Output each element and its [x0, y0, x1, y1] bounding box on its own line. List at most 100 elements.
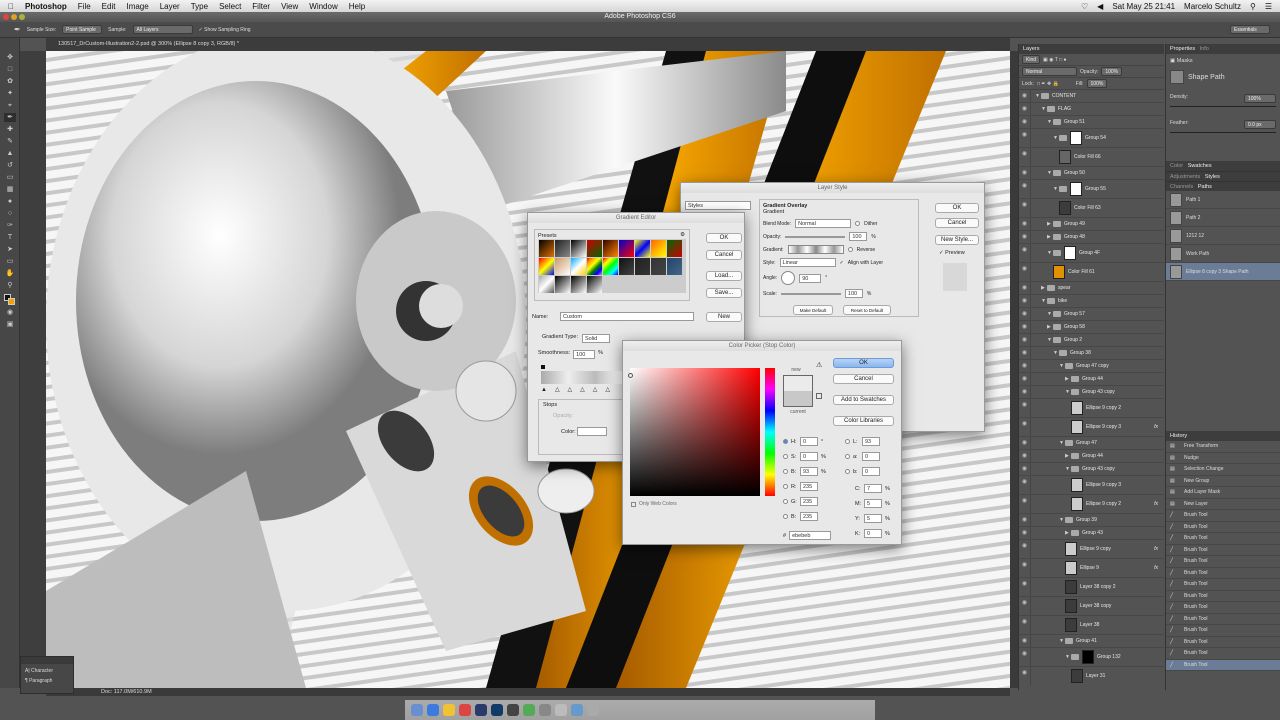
- history-state[interactable]: ╱ Brush Tool: [1166, 568, 1280, 579]
- gradient-preset[interactable]: [619, 258, 634, 275]
- fx-icon[interactable]: fx: [1154, 546, 1158, 552]
- shape-tool-icon[interactable]: ▭: [4, 257, 16, 266]
- layer-row[interactable]: ◉ ▼ Group 38: [1019, 347, 1164, 360]
- field-input-y[interactable]: 5: [864, 514, 882, 523]
- character-panel-button[interactable]: A| Character: [21, 664, 73, 674]
- ls-opacity-slider[interactable]: [785, 235, 846, 238]
- gradient-preset[interactable]: [667, 240, 682, 257]
- visibility-eye-icon[interactable]: ◉: [1019, 476, 1031, 494]
- visibility-eye-icon[interactable]: ◉: [1019, 418, 1031, 436]
- menu-help[interactable]: Help: [349, 2, 365, 11]
- layers-tab[interactable]: Layers: [1019, 44, 1164, 54]
- fx-icon[interactable]: fx: [1154, 501, 1158, 507]
- app-icon[interactable]: [523, 704, 535, 716]
- hand-tool-icon[interactable]: ✋: [4, 269, 16, 278]
- dither-checkbox[interactable]: [855, 221, 861, 226]
- styles-list-header[interactable]: Styles: [685, 201, 751, 210]
- visibility-eye-icon[interactable]: ◉: [1019, 527, 1031, 539]
- layer-row[interactable]: ◉ Layer 38: [1019, 616, 1164, 635]
- ls-scale-slider[interactable]: [780, 292, 841, 295]
- fx-icon[interactable]: fx: [1154, 424, 1158, 430]
- visibility-eye-icon[interactable]: ◉: [1019, 116, 1031, 128]
- visibility-eye-icon[interactable]: ◉: [1019, 218, 1031, 230]
- canvas-scrollbar[interactable]: [1010, 51, 1018, 688]
- path-row[interactable]: 1212 12: [1166, 227, 1280, 245]
- gradient-preset[interactable]: [587, 276, 602, 293]
- color-libraries-button[interactable]: Color Libraries: [833, 416, 894, 426]
- crop-tool-icon[interactable]: ⌖: [4, 101, 16, 110]
- tab-adjustments[interactable]: Adjustments: [1170, 174, 1200, 180]
- sample-select[interactable]: All Layers: [132, 25, 193, 34]
- field-input-c[interactable]: 7: [864, 484, 882, 493]
- path-row[interactable]: Work Path: [1166, 245, 1280, 263]
- preview-checkbox[interactable]: ✓ Preview: [939, 250, 965, 256]
- radio-h[interactable]: [783, 439, 788, 444]
- make-default-button[interactable]: Make Default: [793, 305, 833, 315]
- ls-cancel-button[interactable]: Cancel: [935, 218, 979, 228]
- fx-icon[interactable]: fx: [1154, 565, 1158, 571]
- layer-row[interactable]: ◉ ▼ Group 2: [1019, 334, 1164, 347]
- visibility-eye-icon[interactable]: ◉: [1019, 103, 1031, 115]
- history-state[interactable]: ▤ Nudge: [1166, 453, 1280, 464]
- history-state[interactable]: ╱ Brush Tool: [1166, 659, 1280, 671]
- gradient-preset[interactable]: [571, 258, 586, 275]
- workspace-select[interactable]: Essentials: [1230, 25, 1270, 34]
- layer-row[interactable]: ◉ ▼ Group 47 copy: [1019, 360, 1164, 373]
- sample-size-select[interactable]: Point Sample: [62, 25, 103, 34]
- visibility-eye-icon[interactable]: ◉: [1019, 321, 1031, 333]
- visibility-eye-icon[interactable]: ◉: [1019, 616, 1031, 634]
- history-state[interactable]: ╱ Brush Tool: [1166, 591, 1280, 602]
- marquee-tool-icon[interactable]: □: [4, 65, 16, 74]
- gradient-type-select[interactable]: Solid: [581, 334, 610, 343]
- layer-row[interactable]: ◉ Ellipse 9 fx: [1019, 559, 1164, 578]
- layer-row[interactable]: ◉ ▼ Group 55: [1019, 180, 1164, 199]
- layer-row[interactable]: ◉ ▶ Group 43: [1019, 527, 1164, 540]
- web-colors-checkbox[interactable]: Only Web Colors: [631, 501, 677, 507]
- ge-ok-button[interactable]: OK: [706, 233, 742, 243]
- pen-tool-icon[interactable]: ✑: [4, 221, 16, 230]
- gradient-preset[interactable]: [603, 258, 618, 275]
- visibility-eye-icon[interactable]: ◉: [1019, 399, 1031, 417]
- stamp-tool-icon[interactable]: ▲: [4, 149, 16, 158]
- trash-icon[interactable]: [587, 704, 599, 716]
- history-state[interactable]: ▤ Free Transform: [1166, 441, 1280, 453]
- document-tab[interactable]: 130517_DrCustom-Illustration2-2.psd @ 30…: [46, 38, 1010, 51]
- layer-row[interactable]: ◉ ▶ Group 58: [1019, 321, 1164, 334]
- layer-row[interactable]: ◉ ▼ Group 43 copy: [1019, 386, 1164, 399]
- field-input-b[interactable]: 93: [800, 467, 818, 476]
- layer-row[interactable]: ◉ ▼ Group 41: [1019, 635, 1164, 648]
- tab-color[interactable]: Color: [1170, 163, 1183, 169]
- history-state[interactable]: ╱ Brush Tool: [1166, 545, 1280, 556]
- color-field-cursor[interactable]: [628, 373, 633, 378]
- density-slider[interactable]: [1170, 106, 1276, 107]
- layer-row[interactable]: ◉ ▼ Group 4F: [1019, 244, 1164, 263]
- field-input-m[interactable]: 5: [864, 499, 882, 508]
- layer-row[interactable]: ◉ Color Fill 61: [1019, 263, 1164, 282]
- layer-row[interactable]: ◉ Ellipse 9 copy 3: [1019, 476, 1164, 495]
- visibility-eye-icon[interactable]: ◉: [1019, 263, 1031, 281]
- app-icon[interactable]: [555, 704, 567, 716]
- layer-row[interactable]: ◉ ▶ spear: [1019, 282, 1164, 295]
- visibility-eye-icon[interactable]: ◉: [1019, 597, 1031, 615]
- move-tool-icon[interactable]: ✥: [4, 53, 16, 62]
- history-state[interactable]: ╱ Brush Tool: [1166, 614, 1280, 625]
- visibility-eye-icon[interactable]: ◉: [1019, 167, 1031, 179]
- user-name[interactable]: Marcelo Schultz: [1184, 2, 1241, 11]
- ls-gradient-swatch[interactable]: [787, 245, 844, 254]
- layer-row[interactable]: ◉ ▼ CONTENT: [1019, 90, 1164, 103]
- history-state[interactable]: ╱ Brush Tool: [1166, 522, 1280, 533]
- history-state[interactable]: ╱ Brush Tool: [1166, 533, 1280, 545]
- layer-row[interactable]: ◉ ▼ Group 50: [1019, 167, 1164, 180]
- smoothness-field[interactable]: 100: [573, 350, 596, 359]
- menu-app[interactable]: Photoshop: [25, 2, 67, 11]
- radio-bl[interactable]: [783, 514, 788, 519]
- hex-input[interactable]: ebebeb: [789, 531, 832, 540]
- screen-mode-icon[interactable]: ▣: [4, 320, 16, 329]
- history-state[interactable]: ▤ New Layer: [1166, 499, 1280, 510]
- visibility-eye-icon[interactable]: ◉: [1019, 308, 1031, 320]
- ls-blend-select[interactable]: Normal: [795, 219, 852, 228]
- radio-l[interactable]: [845, 439, 850, 444]
- angle-dial[interactable]: [781, 271, 796, 285]
- apple-icon[interactable]: : [8, 2, 14, 11]
- app-icon[interactable]: [571, 704, 583, 716]
